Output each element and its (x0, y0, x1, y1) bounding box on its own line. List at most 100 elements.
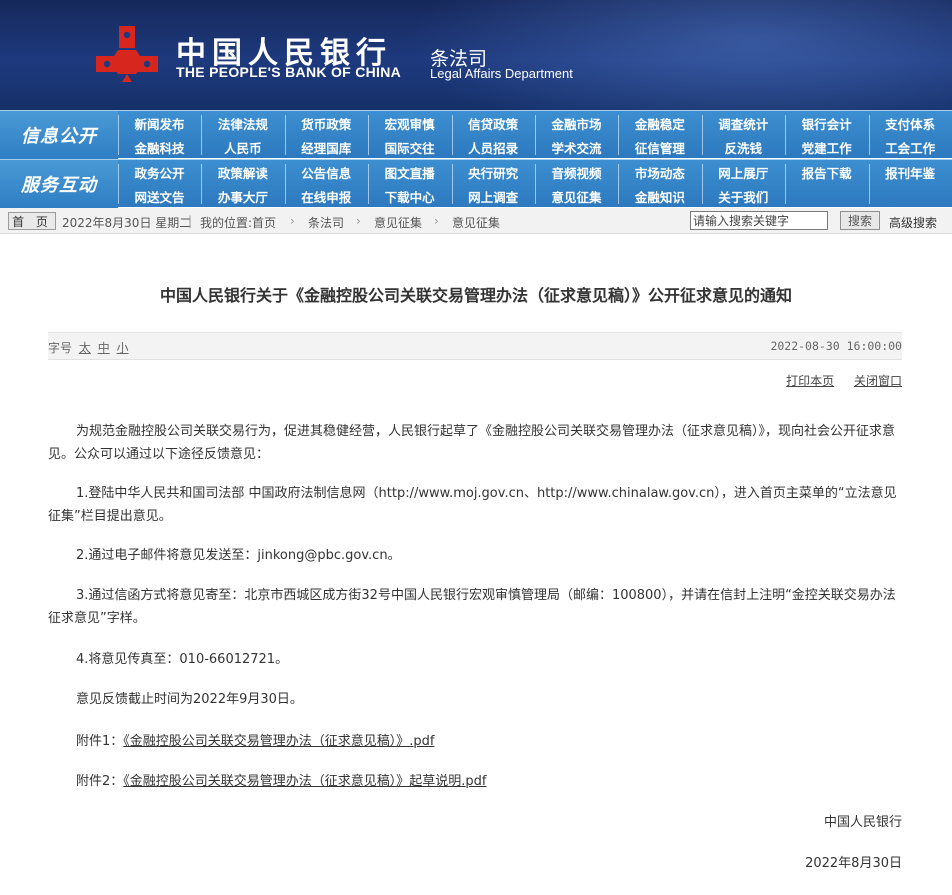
nav-section-info-public[interactable]: 信息公开 (0, 111, 118, 159)
nav-divider (118, 115, 119, 155)
nav-divider (785, 115, 787, 155)
nav-divider (368, 164, 370, 204)
site-header: 中国人民银行 THE PEOPLE'S BANK OF CHINA 条法司 Le… (0, 0, 952, 110)
nav-divider (201, 164, 203, 204)
chevron-right-icon: › (356, 214, 361, 228)
nav-info-item-0-4[interactable]: 信贷政策 (452, 111, 535, 135)
nav-service-item-1-2[interactable]: 在线申报 (285, 184, 368, 208)
deadline-paragraph: 意见反馈截止时间为2022年9月30日。 (76, 692, 303, 707)
nav-info-item-0-1[interactable]: 法律法规 (201, 111, 284, 135)
nav-info-item-0-0[interactable]: 新闻发布 (118, 111, 201, 135)
nav-service-item-1-0[interactable]: 网送文告 (118, 184, 201, 208)
channel-item-3: 3.通过信函方式将意见寄至：北京市西城区成方街32号中国人民银行宏观审慎管理局（… (48, 588, 896, 626)
article-meta-bar: 字号 太 中 小 2022-08-30 16:00:00 (48, 332, 902, 360)
nav-service-item-1-5[interactable]: 意见征集 (535, 184, 618, 208)
nav-info-item-1-0[interactable]: 金融科技 (118, 135, 201, 159)
nav-service-item-0-2[interactable]: 公告信息 (285, 160, 368, 184)
font-size-large[interactable]: 太 (79, 341, 91, 355)
nav-service-item-0-0[interactable]: 政务公开 (118, 160, 201, 184)
nav-service-item-0-4[interactable]: 央行研究 (452, 160, 535, 184)
nav-info-item-1-4[interactable]: 人员招录 (452, 135, 535, 159)
home-button[interactable]: 首 页 (8, 212, 56, 230)
nav-info-item-1-6[interactable]: 征信管理 (618, 135, 701, 159)
close-window-link[interactable]: 关闭窗口 (854, 374, 902, 388)
nav-divider (535, 164, 536, 204)
chevron-right-icon: › (290, 214, 295, 228)
nav-info-item-1-1[interactable]: 人民币 (201, 135, 284, 159)
nav-service-item-0-6[interactable]: 市场动态 (618, 160, 701, 184)
search-input[interactable] (690, 211, 828, 230)
nav-service-item-0-7[interactable]: 网上展厅 (702, 160, 785, 184)
nav-divider (701, 115, 703, 155)
nav-info-item-1-9[interactable]: 工会工作 (869, 135, 952, 159)
breadcrumb-bar: 首 页 2022年8月30日 星期二 | 我的位置:首页 › 条法司 › 意见征… (0, 208, 952, 234)
signature-date: 2022年8月30日 (805, 856, 902, 871)
nav-service-item-0-9[interactable]: 报刊年鉴 (869, 160, 952, 184)
nav-info-item-0-3[interactable]: 宏观审慎 (368, 111, 451, 135)
font-size-medium[interactable]: 中 (98, 341, 110, 355)
nav-divider (868, 164, 870, 204)
nav-info-item-0-5[interactable]: 金融市场 (535, 111, 618, 135)
nav-service-item-1-4[interactable]: 网上调查 (452, 184, 535, 208)
nav-divider (201, 115, 203, 155)
breadcrumb-item-dept[interactable]: 条法司 (308, 214, 344, 231)
article-tools: 打印本页 关闭窗口 (770, 372, 902, 389)
font-size-small[interactable]: 小 (117, 341, 129, 355)
nav-info-item-1-8[interactable]: 党建工作 (785, 135, 868, 159)
nav-grid-service: 政务公开 政策解读 公告信息 图文直播 央行研究 音频视频 市场动态 网上展厅 报告下载 报刊年鉴… (118, 160, 952, 208)
pbc-logo-icon[interactable] (92, 22, 162, 88)
advanced-search-link[interactable]: 高级搜索 (889, 214, 937, 231)
channel-item-4: 4.将意见传真至：010-66012721。 (76, 652, 289, 667)
department-name-en: Legal Affairs Department (430, 66, 573, 81)
attachment-2-link[interactable]: 《金融控股公司关联交易管理办法（征求意见稿）》起草说明.pdf (123, 774, 486, 789)
chevron-right-icon: › (434, 214, 439, 228)
nav-info-public: 信息公开 新闻发布 法律法规 货币政策 宏观审慎 信贷政策 金融市场 金融稳定 调查统计 银行会… (0, 110, 952, 159)
breadcrumb-location[interactable]: 我的位置:首页 (200, 214, 276, 231)
channel-item-2: 2.通过电子邮件将意见发送至：jinkong@pbc.gov.cn。 (76, 548, 401, 563)
nav-service-interaction: 服务互动 政务公开 政策解读 公告信息 图文直播 央行研究 音频视频 市场动态 网上展厅 报告下… (0, 159, 952, 208)
signature: 中国人民银行 (823, 815, 902, 830)
nav-info-item-1-2[interactable]: 经理国库 (285, 135, 368, 159)
nav-service-item-0-5[interactable]: 音频视频 (535, 160, 618, 184)
nav-divider (618, 164, 620, 204)
nav-service-item-0-8[interactable]: 报告下载 (785, 160, 868, 184)
attachment-1-link[interactable]: 《金融控股公司关联交易管理办法（征求意见稿）》.pdf (123, 734, 434, 749)
breadcrumb-item-current[interactable]: 意见征集 (452, 214, 500, 231)
bank-name-en: THE PEOPLE'S BANK OF CHINA (176, 64, 402, 80)
nav-section-service[interactable]: 服务互动 (0, 160, 118, 208)
nav-info-item-0-7[interactable]: 调查统计 (702, 111, 785, 135)
intro-paragraph: 为规范金融控股公司关联交易行为，促进其稳健经营，人民银行起草了《金融控股公司关联… (48, 424, 896, 462)
nav-service-item-1-3[interactable]: 下载中心 (368, 184, 451, 208)
nav-service-item-1-1[interactable]: 办事大厅 (201, 184, 284, 208)
breadcrumb-item-solicitation[interactable]: 意见征集 (374, 214, 422, 231)
current-date: 2022年8月30日 星期二 (62, 216, 192, 230)
attachment-1: 附件1：《金融控股公司关联交易管理办法（征求意见稿）》.pdf (48, 730, 904, 753)
nav-service-item-0-3[interactable]: 图文直播 (368, 160, 451, 184)
nav-divider (451, 115, 453, 155)
nav-divider (618, 115, 620, 155)
nav-divider (451, 164, 453, 204)
nav-service-item-1-6[interactable]: 金融知识 (618, 184, 701, 208)
article-title: 中国人民银行关于《金融控股公司关联交易管理办法（征求意见稿）》公开征求意见的通知 (159, 286, 792, 305)
nav-info-item-0-6[interactable]: 金融稳定 (618, 111, 701, 135)
channel-item-1: 1.登陆中华人民共和国司法部 中国政府法制信息网（http://www.moj.… (48, 486, 897, 524)
nav-service-item-1-7[interactable]: 关于我们 (702, 184, 785, 208)
nav-service-item-0-1[interactable]: 政策解读 (201, 160, 284, 184)
nav-info-item-1-7[interactable]: 反洗钱 (702, 135, 785, 159)
attachment-2-label: 附件2： (76, 774, 124, 789)
attachment-1-label: 附件1： (76, 734, 124, 749)
crumb-separator: | (188, 214, 193, 228)
nav-divider (368, 115, 370, 155)
nav-divider (284, 115, 286, 155)
nav-divider (868, 115, 870, 155)
nav-info-item-0-8[interactable]: 银行会计 (785, 111, 868, 135)
search-button[interactable]: 搜索 (840, 211, 880, 230)
nav-info-item-1-5[interactable]: 学术交流 (535, 135, 618, 159)
nav-info-item-1-3[interactable]: 国际交往 (368, 135, 451, 159)
nav-info-item-0-2[interactable]: 货币政策 (285, 111, 368, 135)
font-size-controls: 字号 太 中 小 (48, 339, 129, 356)
nav-divider (284, 164, 286, 204)
nav-info-item-0-9[interactable]: 支付体系 (869, 111, 952, 135)
print-page-link[interactable]: 打印本页 (786, 374, 834, 388)
nav-grid-info-public: 新闻发布 法律法规 货币政策 宏观审慎 信贷政策 金融市场 金融稳定 调查统计 银行会计 支付体系… (118, 111, 952, 159)
